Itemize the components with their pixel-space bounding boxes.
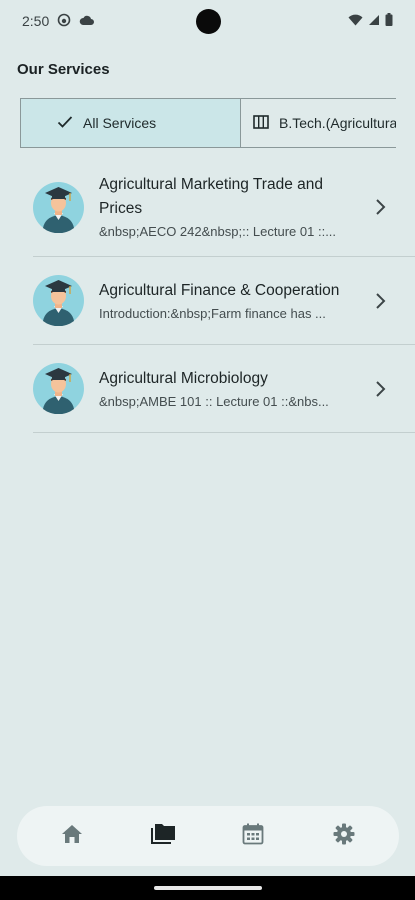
home-gesture-handle[interactable] [154,886,262,890]
folders-icon [150,823,176,850]
filter-label: B.Tech.(Agricultural [279,115,396,131]
services-list: Agricultural Marketing Trade and Prices … [33,158,415,433]
check-icon [57,115,73,132]
nav-home-button[interactable] [48,816,96,856]
list-item[interactable]: Agricultural Marketing Trade and Prices … [33,158,415,257]
filter-btech-agricultural[interactable]: B.Tech.(Agricultural [241,99,396,147]
service-subtitle: &nbsp;AECO 242&nbsp;:: Lecture 01 ::... [99,224,337,239]
system-gesture-bar [0,876,415,900]
home-icon [61,824,83,849]
page-title: Our Services [17,61,110,78]
chevron-right-icon [373,380,387,398]
calendar-icon [242,823,264,850]
graduate-avatar-icon [33,275,84,327]
nav-settings-button[interactable] [320,816,368,856]
signal-icon [368,13,380,29]
settings-icon [333,823,355,850]
app-notification-icon [57,13,71,30]
filter-label: All Services [83,115,157,131]
chevron-right-icon [373,292,387,310]
service-subtitle: &nbsp;AMBE 101 :: Lecture 01 ::&nbs... [99,393,329,409]
wifi-icon [348,13,363,29]
nav-services-button[interactable] [139,816,187,856]
service-title: Agricultural Finance & Cooperation [99,281,340,299]
list-item[interactable]: Agricultural Finance & Cooperation Intro… [33,257,415,345]
battery-icon [385,13,393,29]
filter-all-services[interactable]: All Services [21,99,241,147]
graduate-avatar-icon [33,181,84,233]
service-title: Agricultural Microbiology [99,369,268,387]
chevron-right-icon [373,198,387,216]
bottom-navigation [17,806,399,866]
service-filter-tabs: All Services B.Tech.(Agricultural [20,98,396,148]
status-time: 2:50 [22,13,50,29]
camera-cutout [196,9,221,34]
service-title: Agricultural Marketing Trade and Prices [99,176,324,217]
graduate-avatar-icon [33,363,84,415]
list-item[interactable]: Agricultural Microbiology &nbsp;AMBE 101… [33,345,415,433]
nav-calendar-button[interactable] [229,816,277,856]
service-subtitle: Introduction:&nbsp;Farm finance has ... [99,305,326,321]
columns-icon [253,114,269,132]
cloud-icon [79,13,95,29]
